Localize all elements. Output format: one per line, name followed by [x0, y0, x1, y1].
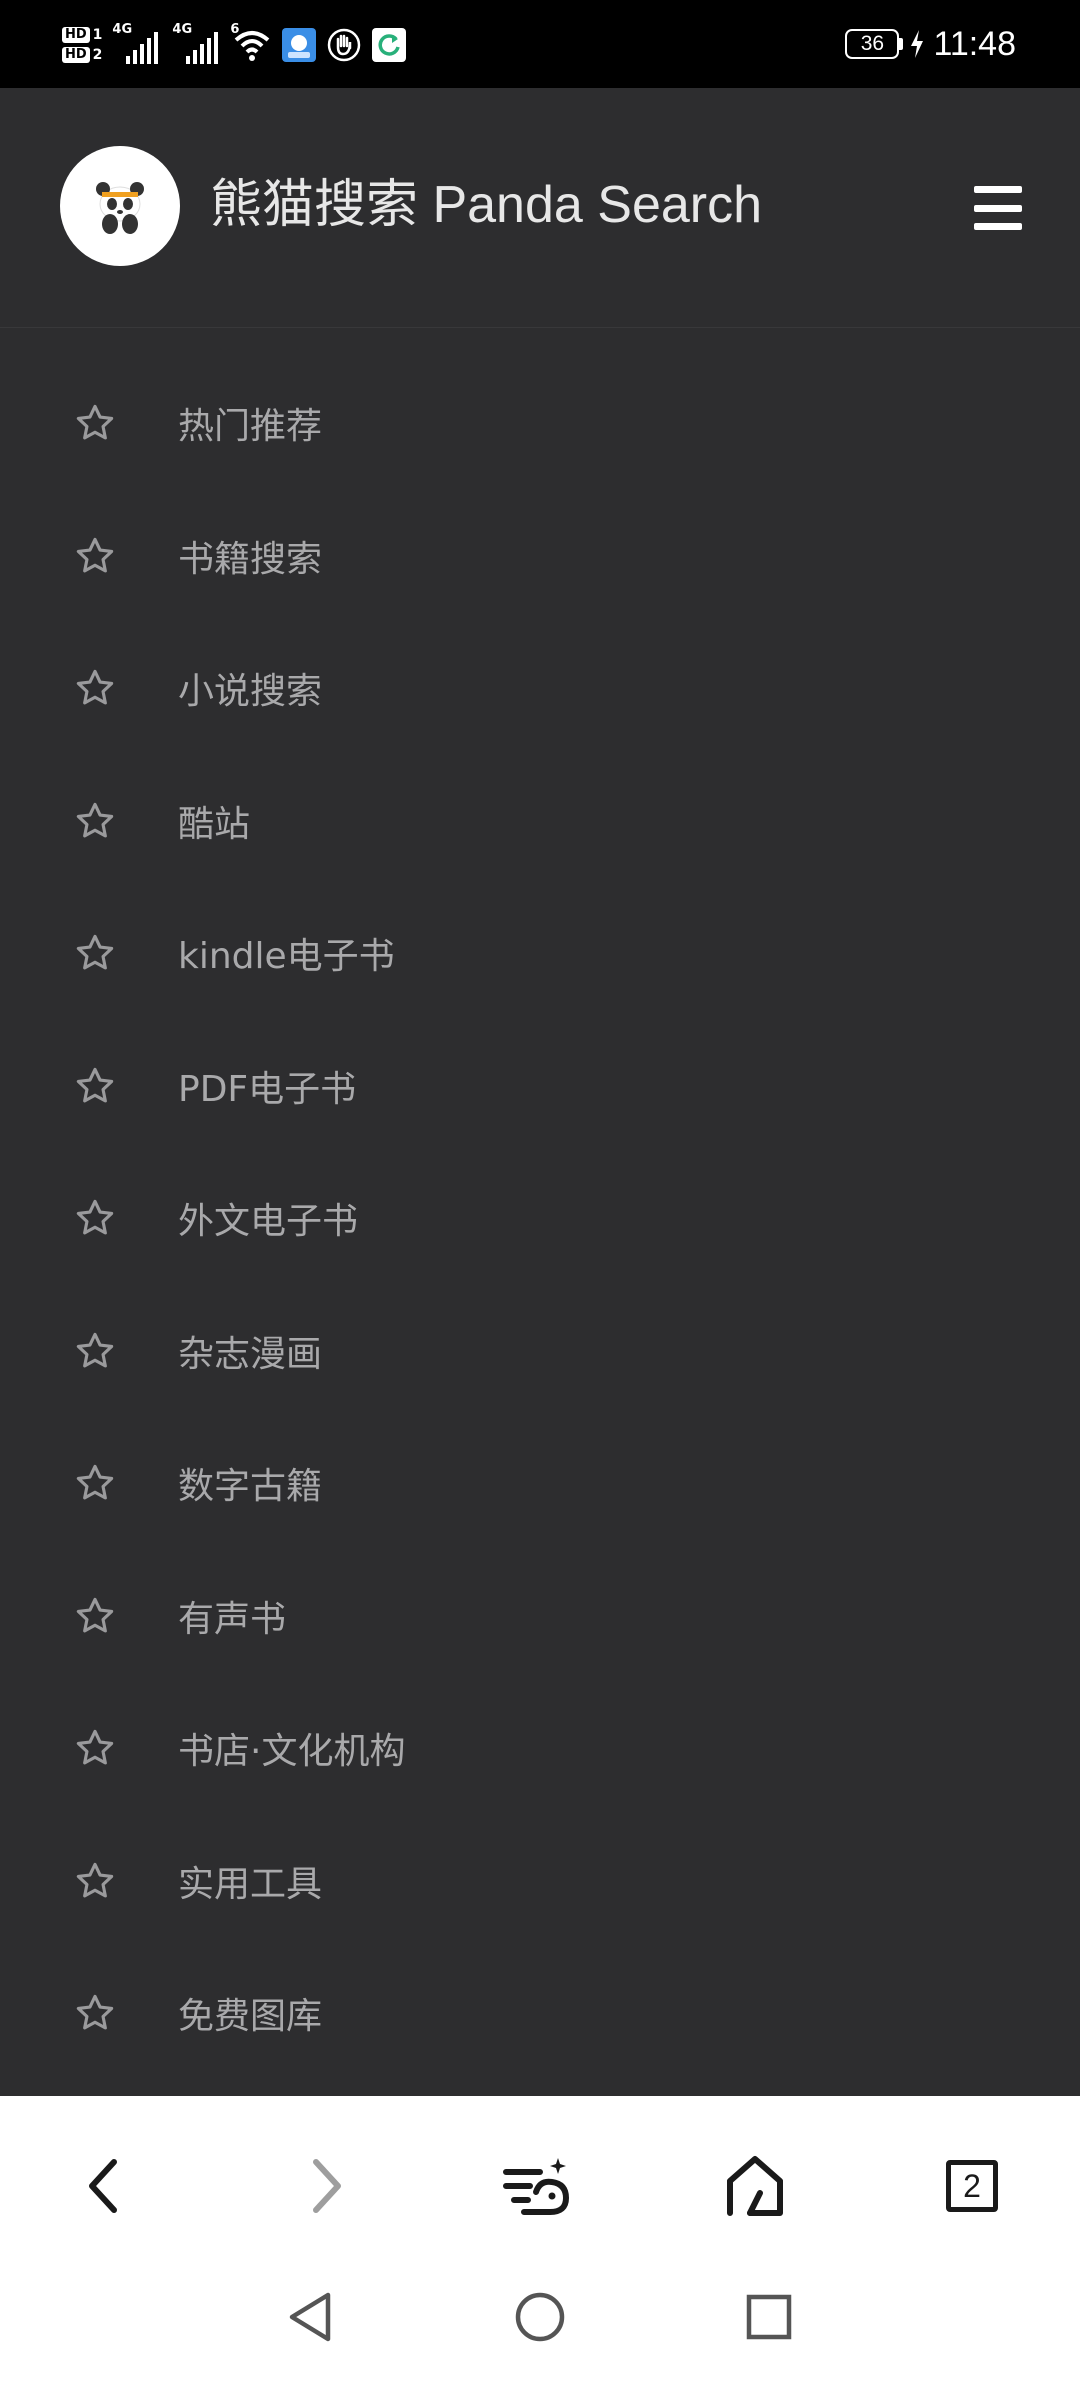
menu-item-label: 实用工具 [178, 1863, 323, 1905]
menu-item-free-images[interactable]: 免费图库 [0, 1947, 1080, 2080]
clock: 11:48 [933, 24, 1016, 63]
triangle-back-icon [289, 2292, 331, 2342]
status-right: 36 11:48 [845, 24, 1016, 64]
browser-toolbar: 2 [0, 2096, 1080, 2264]
menu-item-label: 热门推荐 [178, 406, 323, 448]
star-outline-icon [76, 1067, 114, 1103]
menu-item-label: 数字古籍 [178, 1466, 323, 1508]
star-outline-icon [76, 1597, 114, 1633]
menu-item-label: 杂志漫画 [178, 1333, 323, 1375]
sim-indicators: HD 1 HD 2 [62, 27, 102, 63]
back-button[interactable] [64, 2146, 144, 2226]
panda-logo-icon[interactable] [60, 146, 180, 266]
sim2-number: 2 [92, 47, 103, 63]
menu-item-label: kindle电子书 [178, 936, 395, 978]
chevron-left-icon [89, 2159, 117, 2213]
hd-badge: HD [62, 47, 90, 63]
star-outline-icon [76, 802, 114, 838]
menu-item-label: 外文电子书 [178, 1201, 359, 1243]
status-bar: HD 1 HD 2 4G 4G 6 36 11:48 [0, 0, 1080, 88]
menu-item-kindle-ebooks[interactable]: kindle电子书 [0, 887, 1080, 1020]
system-back-button[interactable] [275, 2282, 345, 2352]
sim1-indicator: HD 1 [62, 27, 102, 43]
menu-item-magazines-comics[interactable]: 杂志漫画 [0, 1285, 1080, 1418]
menu-item-utility-tools[interactable]: 实用工具 [0, 1815, 1080, 1948]
system-recents-button[interactable] [734, 2282, 804, 2352]
battery-icon: 36 [845, 29, 904, 59]
hamburger-icon[interactable] [970, 180, 1026, 236]
star-outline-icon [76, 405, 114, 440]
menu-item-audiobooks[interactable]: 有声书 [0, 1550, 1080, 1683]
status-left: HD 1 HD 2 4G 4G 6 [62, 20, 407, 70]
star-outline-icon [76, 1332, 114, 1368]
site-header: 熊猫搜索 Panda Search [0, 88, 1080, 328]
menu-item-novel-search[interactable]: 小说搜索 [0, 622, 1080, 755]
menu-item-label: 书店·文化机构 [178, 1731, 406, 1773]
hd-badge: HD [62, 27, 90, 43]
menu-item-label: 免费图库 [178, 1996, 323, 2038]
chevron-right-icon [313, 2159, 341, 2213]
star-outline-icon [76, 1995, 114, 2030]
menu-item-label: 小说搜索 [178, 671, 323, 713]
star-outline-icon [76, 1465, 114, 1500]
menu-item-label: PDF电子书 [178, 1068, 357, 1110]
square-recents-icon [746, 2294, 792, 2340]
menu-item-label: 酷站 [178, 803, 251, 845]
circle-home-icon [515, 2292, 565, 2342]
star-outline-icon [76, 670, 114, 705]
charging-bolt-icon [911, 30, 924, 58]
star-outline-icon [76, 1862, 114, 1898]
star-outline-icon [76, 935, 114, 970]
star-outline-icon [76, 1730, 114, 1765]
cloud-app-icon [282, 28, 317, 62]
wifi-icon: 6 [230, 22, 272, 62]
category-menu: 热门推荐 书籍搜索 小说搜索 酷站 kindle电子书 PDF电子书 外文电子书… [0, 357, 1080, 2080]
menu-item-hot-recommend[interactable]: 热门推荐 [0, 357, 1080, 490]
system-home-button[interactable] [505, 2282, 575, 2352]
system-navigation-bar [0, 2264, 1080, 2382]
forward-button[interactable] [286, 2146, 366, 2226]
site-title: 熊猫搜索 Panda Search [210, 176, 763, 234]
tabs-button[interactable]: 2 [932, 2146, 1012, 2226]
battery-level: 36 [845, 29, 900, 59]
menu-item-label: 有声书 [178, 1598, 287, 1640]
signal-1-icon: 4G [112, 22, 162, 68]
sim2-indicator: HD 2 [62, 47, 102, 63]
menu-item-book-search[interactable]: 书籍搜索 [0, 490, 1080, 623]
menu-item-cool-sites[interactable]: 酷站 [0, 755, 1080, 888]
sim1-number: 1 [92, 27, 103, 43]
wifi-label: 6 [230, 22, 240, 37]
menu-item-pdf-ebooks[interactable]: PDF电子书 [0, 1020, 1080, 1153]
menu-item-bookstores-culture[interactable]: 书店·文化机构 [0, 1682, 1080, 1815]
star-outline-icon [76, 537, 114, 573]
signal-2-icon: 4G [172, 22, 222, 68]
feed-sparkle-icon [503, 2158, 569, 2215]
home-button[interactable] [715, 2146, 795, 2226]
menu-item-digital-classics[interactable]: 数字古籍 [0, 1417, 1080, 1550]
menu-item-label: 书籍搜索 [178, 538, 323, 580]
menu-item-foreign-ebooks[interactable]: 外文电子书 [0, 1152, 1080, 1285]
home-icon [727, 2156, 783, 2216]
refresh-app-icon [372, 28, 407, 62]
feed-button[interactable] [498, 2146, 578, 2226]
star-outline-icon [76, 1200, 114, 1235]
hand-stop-icon [326, 27, 362, 63]
tab-count: 2 [946, 2160, 998, 2212]
